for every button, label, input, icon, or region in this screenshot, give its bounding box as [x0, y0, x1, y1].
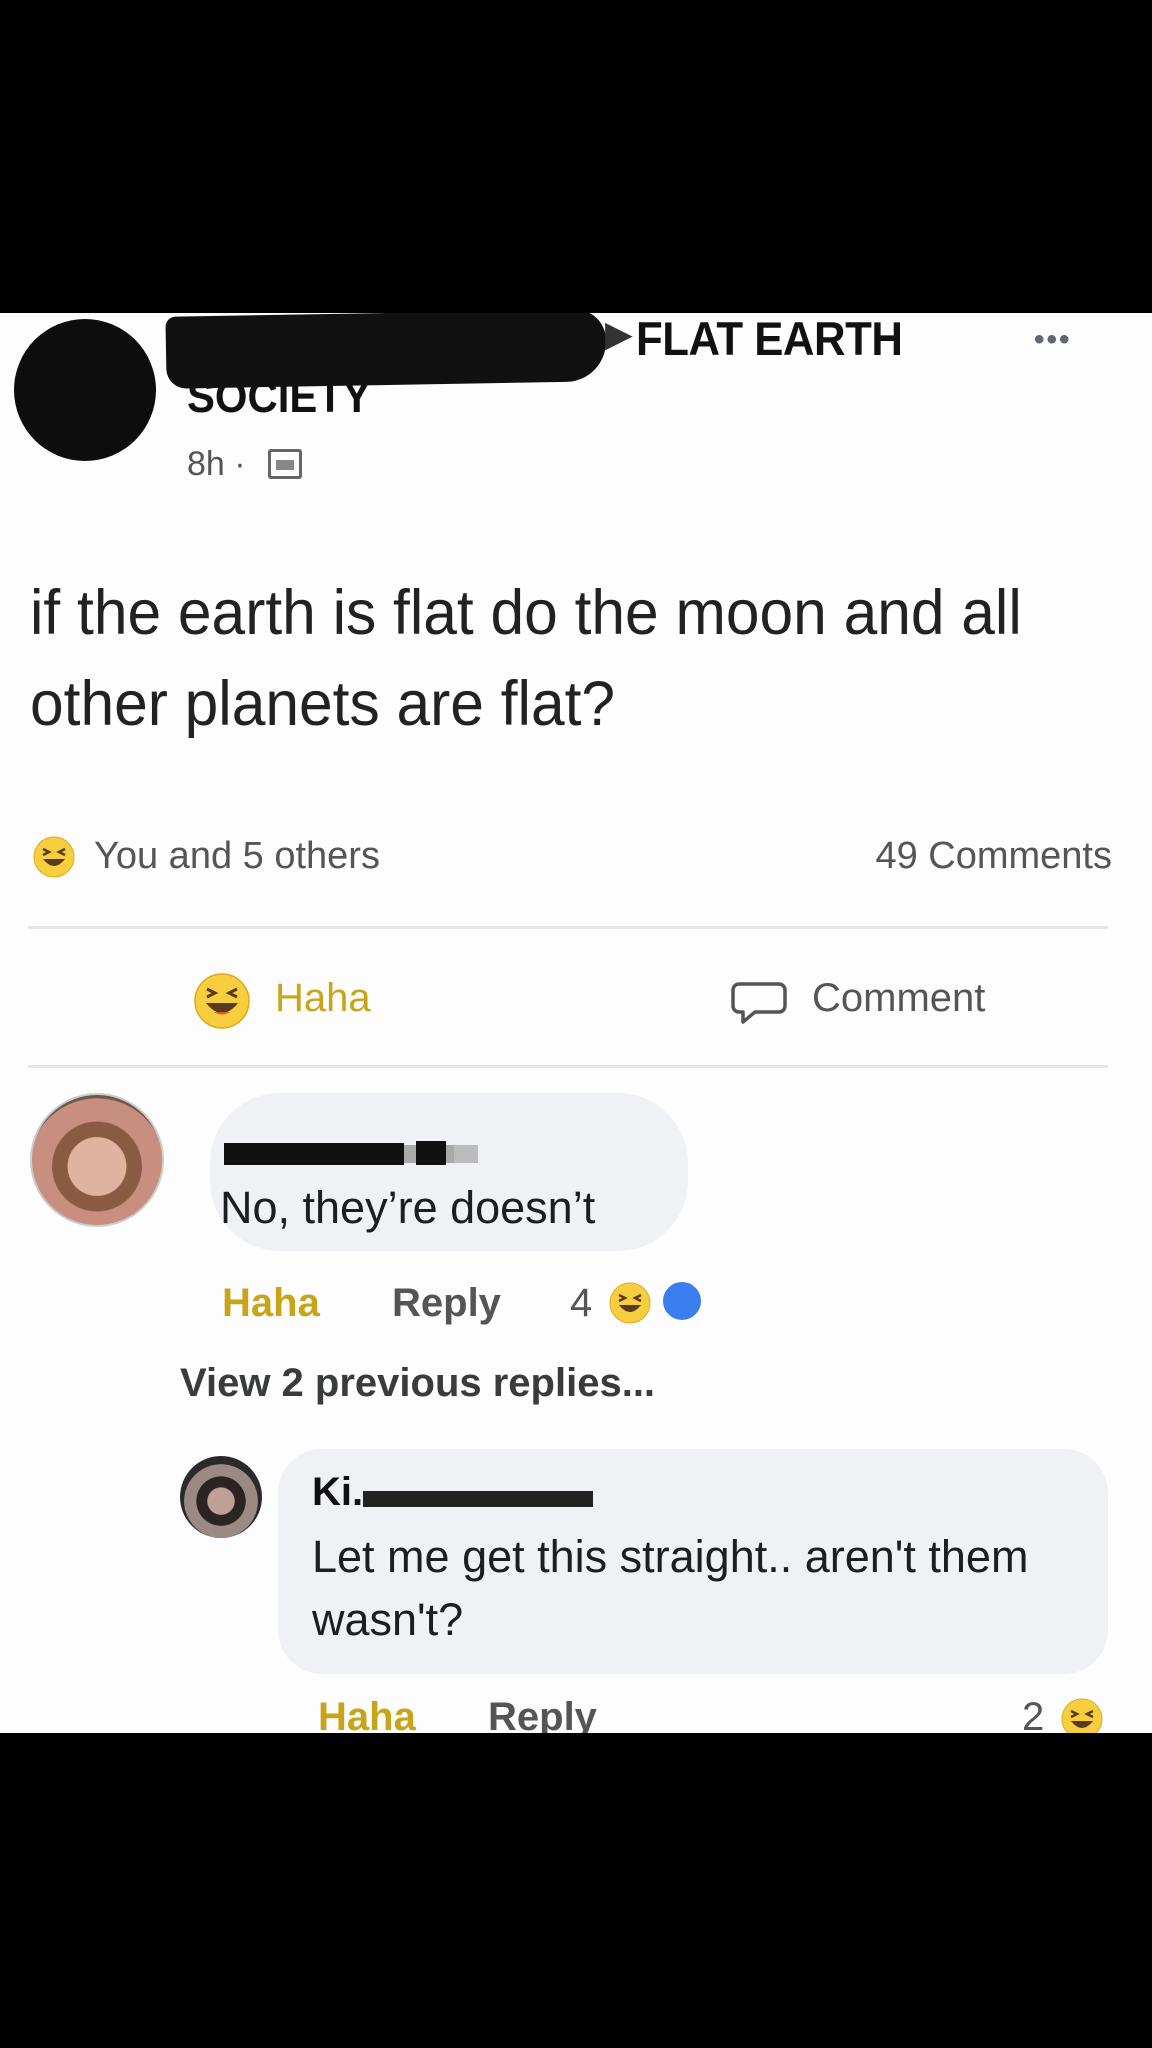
commenter-name-redacted	[416, 1141, 446, 1165]
haha-icon[interactable]	[192, 971, 252, 1031]
post-text: if the earth is flat do the moon and all…	[30, 578, 1022, 739]
divider	[28, 1065, 1108, 1068]
haha-button[interactable]: Haha	[275, 976, 371, 1021]
reply-reaction-count[interactable]: 2	[1022, 1695, 1044, 1733]
haha-reaction-icon	[33, 836, 75, 878]
commenter-name-redacted	[454, 1145, 478, 1163]
like-reaction-icon	[660, 1279, 704, 1323]
comment-haha-button[interactable]: Haha	[222, 1281, 320, 1326]
comment-button[interactable]: Comment	[812, 976, 985, 1021]
commenter-avatar[interactable]	[30, 1093, 164, 1227]
share-arrow-icon: ▶	[605, 313, 633, 354]
reply-text: Let me get this straight.. aren't them w…	[312, 1531, 1029, 1645]
comment-count[interactable]: 49 Comments	[875, 835, 1112, 878]
replier-avatar[interactable]	[180, 1456, 262, 1538]
group-icon	[268, 449, 302, 479]
haha-reaction-icon	[609, 1282, 651, 1324]
commenter-name-redacted	[224, 1143, 404, 1165]
divider	[28, 926, 1108, 929]
comment-reaction-count[interactable]: 4	[570, 1281, 592, 1326]
reply-haha-button[interactable]: Haha	[318, 1695, 416, 1733]
comment-text: No, they’re doesn’t	[220, 1182, 596, 1233]
comment-icon[interactable]	[729, 970, 789, 1030]
post-timestamp[interactable]: 8h ·	[187, 445, 246, 484]
more-options-icon[interactable]: •••	[1034, 323, 1072, 357]
comment-reply-button[interactable]: Reply	[392, 1281, 501, 1326]
replier-name-redacted	[363, 1491, 593, 1507]
view-previous-replies-link[interactable]: View 2 previous replies...	[180, 1361, 655, 1406]
post-card: ▶ FLAT EARTH ••• SOCIETY 8h · if the ear…	[0, 313, 1152, 1733]
reply-reply-button[interactable]: Reply	[488, 1695, 597, 1733]
author-avatar-redacted[interactable]	[14, 319, 156, 461]
haha-reaction-icon	[1061, 1698, 1103, 1733]
reaction-summary[interactable]: You and 5 others	[94, 835, 380, 878]
group-name-link[interactable]: FLAT EARTH	[636, 313, 903, 366]
group-name-link-cont[interactable]: SOCIETY	[187, 371, 371, 423]
